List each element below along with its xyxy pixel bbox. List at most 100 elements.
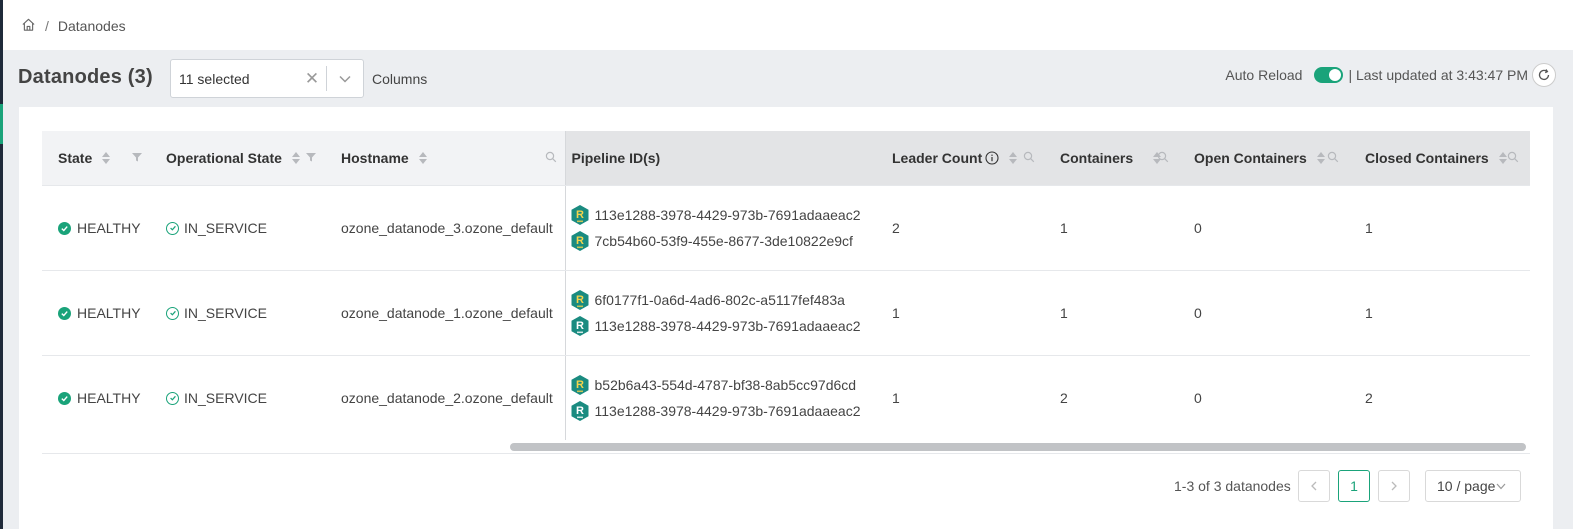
column-label: Containers: [1060, 150, 1134, 166]
cell-pipeline-ids: R 113e1288-3978-4429-973b-7691adaaeac2 R…: [565, 185, 892, 271]
containers-value: 1: [1060, 305, 1068, 321]
state-text: HEALTHY: [77, 305, 141, 321]
pipeline-id: b52b6a43-554d-4787-bf38-8ab5cc97d6cd: [594, 377, 857, 393]
column-header-open-containers[interactable]: Open Containers: [1193, 131, 1364, 186]
pipeline-follower-icon: R: [570, 400, 590, 422]
table-header-row: State Operational State Hostname Pipelin…: [42, 131, 1530, 186]
column-label: Leader Count: [892, 150, 983, 166]
operational-state-text: IN_SERVICE: [184, 390, 267, 406]
sort-icon[interactable]: [102, 152, 111, 164]
home-icon[interactable]: [21, 17, 36, 35]
auto-reload-control: Auto Reload | Last updated at 3:43:47 PM: [1225, 63, 1556, 87]
next-page-button[interactable]: [1378, 470, 1410, 502]
containers-value: 1: [1060, 220, 1068, 236]
hostname-text: ozone_datanode_3.ozone_default: [341, 220, 553, 236]
closed-containers-value: 1: [1365, 305, 1373, 321]
clear-icon[interactable]: ✕: [298, 69, 326, 89]
column-header-containers[interactable]: Containers: [1059, 131, 1193, 186]
cell-closed-containers: 1: [1364, 185, 1530, 271]
operational-state-text: IN_SERVICE: [184, 220, 267, 236]
open-containers-value: 0: [1194, 220, 1202, 236]
pipeline-id: 113e1288-3978-4429-973b-7691adaaeac2: [594, 318, 861, 334]
search-icon[interactable]: [1157, 150, 1169, 166]
table-row: HEALTHY IN_SERVICE ozone_datanode_1.ozon…: [42, 270, 1530, 356]
search-icon[interactable]: [1507, 150, 1519, 166]
search-icon[interactable]: [1023, 150, 1035, 166]
page-size-value: 10 / page: [1437, 478, 1496, 494]
pipeline-entry: R 7cb54b60-53f9-455e-8677-3de10822e9cf: [570, 228, 892, 254]
cell-state: HEALTHY: [42, 355, 150, 440]
cell-operational-state: IN_SERVICE: [150, 270, 325, 356]
auto-reload-toggle[interactable]: [1314, 67, 1344, 83]
column-header-leader-count[interactable]: Leader Count: [891, 131, 1059, 186]
breadcrumb-separator: /: [45, 18, 49, 34]
prev-page-button[interactable]: [1298, 470, 1330, 502]
pipeline-follower-icon: R: [570, 315, 590, 337]
closed-containers-value: 2: [1365, 390, 1373, 406]
column-header-hostname[interactable]: Hostname: [325, 131, 566, 186]
cell-operational-state: IN_SERVICE: [150, 355, 325, 440]
auto-reload-label: Auto Reload: [1225, 67, 1303, 83]
cell-containers: 1: [1059, 185, 1193, 271]
column-label: State: [58, 150, 93, 166]
cell-open-containers: 0: [1193, 185, 1364, 271]
reload-icon[interactable]: [1532, 63, 1556, 87]
state-text: HEALTHY: [77, 390, 141, 406]
sort-icon[interactable]: [1498, 152, 1507, 164]
column-header-pipeline-ids: Pipeline ID(s): [565, 131, 891, 186]
pipeline-id: 7cb54b60-53f9-455e-8677-3de10822e9cf: [594, 233, 853, 249]
cell-pipeline-ids: R 6f0177f1-0a6d-4ad6-802c-a5117fef483a R…: [565, 270, 892, 356]
svg-text:R: R: [576, 235, 584, 247]
cell-hostname: ozone_datanode_2.ozone_default: [325, 355, 566, 440]
search-icon[interactable]: [1327, 150, 1339, 166]
cell-closed-containers: 1: [1364, 270, 1530, 356]
leader-count-value: 2: [892, 220, 900, 236]
pipeline-entry: R 113e1288-3978-4429-973b-7691adaaeac2: [570, 398, 892, 424]
closed-containers-value: 1: [1365, 220, 1373, 236]
column-header-state[interactable]: State: [42, 131, 150, 186]
cell-state: HEALTHY: [42, 185, 150, 271]
column-header-operational-state[interactable]: Operational State: [150, 131, 325, 186]
page-number-button[interactable]: 1: [1338, 470, 1370, 502]
leader-count-value: 1: [892, 390, 900, 406]
columns-select[interactable]: 11 selected ✕: [170, 59, 364, 98]
column-label: Hostname: [341, 150, 409, 166]
search-icon[interactable]: [545, 150, 557, 166]
cell-leader-count: 2: [891, 185, 1059, 271]
pipeline-leader-icon: R: [570, 230, 590, 252]
sort-icon[interactable]: [291, 152, 300, 164]
breadcrumb-current: Datanodes: [57, 18, 126, 34]
cell-state: HEALTHY: [42, 270, 150, 356]
healthy-check-icon: [58, 221, 71, 235]
filter-icon[interactable]: [131, 150, 143, 166]
filter-icon[interactable]: [305, 150, 317, 166]
table-row: HEALTHY IN_SERVICE ozone_datanode_3.ozon…: [42, 185, 1530, 271]
column-label: Open Containers: [1194, 150, 1307, 166]
datanodes-table: State Operational State Hostname Pipelin…: [42, 131, 1530, 440]
pipeline-entry: R 113e1288-3978-4429-973b-7691adaaeac2: [570, 313, 892, 339]
toggle-knob: [1329, 69, 1342, 81]
columns-label: Columns: [372, 71, 428, 87]
info-icon[interactable]: [985, 151, 999, 165]
sort-icon[interactable]: [1009, 152, 1018, 164]
column-header-closed-containers[interactable]: Closed Containers: [1364, 131, 1530, 186]
pipeline-id: 6f0177f1-0a6d-4ad6-802c-a5117fef483a: [594, 292, 845, 308]
cell-open-containers: 0: [1193, 270, 1364, 356]
breadcrumb: / Datanodes: [21, 17, 126, 35]
page-title: Datanodes (3): [18, 66, 153, 88]
scrollbar-thumb[interactable]: [510, 443, 1526, 451]
sort-icon[interactable]: [418, 152, 427, 164]
page-size-select[interactable]: 10 / page: [1425, 470, 1521, 502]
chevron-down-icon[interactable]: [327, 75, 363, 83]
sort-icon[interactable]: [1316, 152, 1325, 164]
columns-select-value: 11 selected: [179, 70, 250, 87]
pagination-controls: 1: [1298, 470, 1410, 502]
pipeline-entry: R 113e1288-3978-4429-973b-7691adaaeac2: [570, 202, 892, 228]
healthy-check-icon: [58, 391, 71, 405]
svg-text:R: R: [576, 294, 584, 306]
operational-state-text: IN_SERVICE: [184, 305, 267, 321]
chevron-down-icon: [1496, 483, 1506, 490]
column-label: Closed Containers: [1365, 150, 1489, 166]
pipeline-id: 113e1288-3978-4429-973b-7691adaaeac2: [594, 403, 861, 419]
horizontal-scrollbar[interactable]: [42, 440, 1530, 454]
